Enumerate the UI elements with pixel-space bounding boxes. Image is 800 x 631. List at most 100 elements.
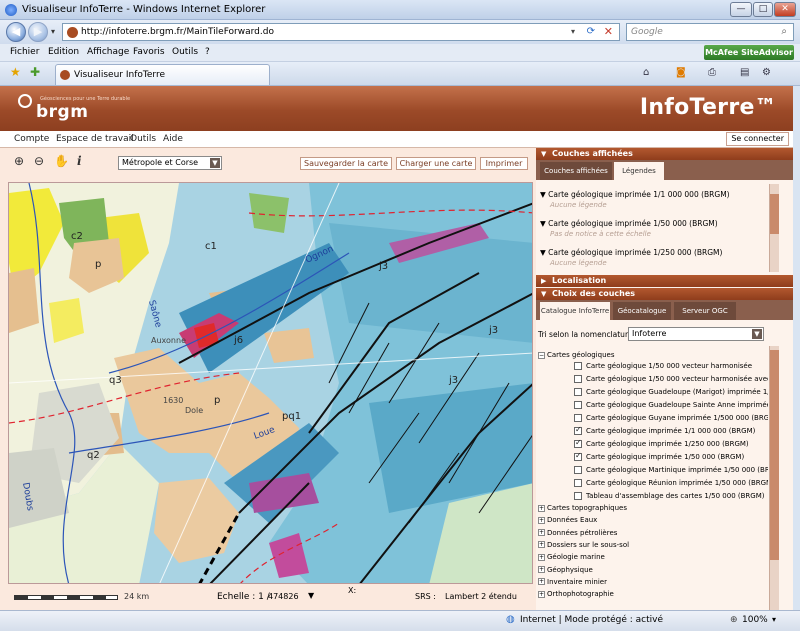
print-icon[interactable]: ⎙ xyxy=(708,67,716,78)
search-icon[interactable]: ⌕ xyxy=(781,26,787,37)
close-window-button[interactable]: ✕ xyxy=(774,2,796,17)
menu-affichage[interactable]: Affichage xyxy=(87,47,129,57)
security-zone[interactable]: Internet | Mode protégé : activé xyxy=(520,615,663,625)
section-header-layers[interactable]: ▼ Couches affichées xyxy=(536,148,793,160)
expand-icon[interactable]: + xyxy=(538,504,545,512)
address-dropdown-icon[interactable]: ▾ xyxy=(571,27,575,36)
nav-aide[interactable]: Aide xyxy=(163,134,183,144)
geology-layer-row[interactable]: Tableau d'assemblage des cartes 1/50 000… xyxy=(574,492,764,500)
legend-item[interactable]: ▼ Carte géologique imprimée 1/1 000 000 … xyxy=(540,190,730,209)
menu-fichier[interactable]: Fichier xyxy=(10,47,39,57)
layer-checkbox[interactable] xyxy=(574,425,582,435)
feeds-icon[interactable]: ◙ xyxy=(676,67,686,78)
info-icon[interactable]: i xyxy=(77,154,82,168)
add-favorite-icon[interactable]: ✚ xyxy=(30,65,40,79)
zoom-level[interactable]: 100% xyxy=(742,615,768,625)
tab-catalogue-infoterre[interactable]: Catalogue InfoTerre xyxy=(540,302,610,320)
geology-layer-row[interactable]: Carte géologique imprimée 1/50 000 (BRGM… xyxy=(574,451,744,461)
layer-checkbox[interactable] xyxy=(574,438,582,448)
layer-checkbox[interactable] xyxy=(574,451,582,461)
collapse-icon[interactable]: − xyxy=(538,351,545,359)
address-input[interactable]: http://infoterre.brgm.fr/MainTileForward… xyxy=(62,23,620,41)
geology-layer-row[interactable]: Carte géologique 1/50 000 vecteur harmon… xyxy=(574,375,768,383)
back-button[interactable]: ◀ xyxy=(6,22,26,42)
nav-espace-de-travail[interactable]: Espace de travail xyxy=(56,134,134,144)
tree-node-category[interactable]: + Données Eaux xyxy=(538,516,597,524)
layer-checkbox[interactable] xyxy=(574,492,582,500)
page-menu-icon[interactable]: ▤ xyxy=(740,67,749,78)
tree-node-cartes-geologiques[interactable]: − Cartes géologiques xyxy=(538,351,614,359)
browser-tab[interactable]: Visualiseur InfoTerre xyxy=(55,64,270,85)
expand-icon[interactable]: + xyxy=(538,578,545,586)
tree-node-category[interactable]: + Géophysique xyxy=(538,566,593,574)
home-icon[interactable]: ⌂ xyxy=(643,67,649,78)
forward-button[interactable]: ▶ xyxy=(28,22,48,42)
geological-map[interactable]: c2 c1 p j3 q3 q2 pq1 j3 j6 p j3 Ognon Sa… xyxy=(8,182,533,584)
expand-icon[interactable]: + xyxy=(538,566,545,573)
scrollbar-thumb[interactable] xyxy=(770,194,779,234)
sort-select[interactable]: Infoterre ▼ xyxy=(628,327,764,341)
refresh-icon[interactable]: ⟳ xyxy=(587,26,595,37)
expand-icon[interactable]: + xyxy=(538,541,545,549)
tab-couches-affichees[interactable]: Couches affichées xyxy=(540,162,612,180)
zoom-dropdown-icon[interactable]: ▾ xyxy=(772,615,776,624)
region-select[interactable]: Métropole et Corse ▼ xyxy=(118,156,222,170)
history-dropdown-icon[interactable]: ▾ xyxy=(51,27,55,36)
favorites-star-icon[interactable]: ★ xyxy=(10,65,21,79)
expand-icon[interactable]: + xyxy=(538,516,545,524)
search-input[interactable]: Google ⌕ xyxy=(626,23,794,41)
save-map-button[interactable]: Sauvegarder la carte xyxy=(300,157,392,170)
tree-node-category[interactable]: + Données pétrolières xyxy=(538,529,617,537)
nav-outils[interactable]: Outils xyxy=(130,134,156,144)
tab-serveur-ogc[interactable]: Serveur OGC xyxy=(674,302,736,320)
expand-icon[interactable]: + xyxy=(538,529,545,537)
layer-checkbox[interactable] xyxy=(574,362,582,370)
login-button[interactable]: Se connecter xyxy=(726,132,789,146)
geology-layer-row[interactable]: Carte géologique 1/50 000 vecteur harmon… xyxy=(574,362,752,370)
zoom-out-icon[interactable]: ⊖ xyxy=(34,154,44,168)
expand-icon[interactable]: + xyxy=(538,590,545,598)
geology-layer-row[interactable]: Carte géologique imprimée 1/250 000 (BRG… xyxy=(574,438,749,448)
geology-layer-row[interactable]: Carte géologique Guyane imprimée 1/500 0… xyxy=(574,414,768,422)
geology-layer-row[interactable]: Carte géologique imprimée 1/1 000 000 (B… xyxy=(574,425,755,435)
menu-help[interactable]: ? xyxy=(205,47,210,57)
tree-node-category[interactable]: + Cartes topographiques xyxy=(538,504,627,512)
layer-checkbox[interactable] xyxy=(574,479,582,487)
tree-node-category[interactable]: + Inventaire minier xyxy=(538,578,607,586)
tree-node-category[interactable]: + Géologie marine xyxy=(538,553,605,561)
catalog-scrollbar[interactable] xyxy=(769,346,779,610)
section-header-choix[interactable]: ▼ Choix des couches xyxy=(536,288,793,300)
tools-gear-icon[interactable]: ⚙ xyxy=(762,67,771,78)
scale-dropdown-icon[interactable]: ▼ xyxy=(308,591,314,600)
legend-item[interactable]: ▼ Carte géologique imprimée 1/50 000 (BR… xyxy=(540,219,718,238)
geology-layer-row[interactable]: Carte géologique Martinique imprimée 1/5… xyxy=(574,466,768,474)
tab-geocatalogue[interactable]: Géocatalogue xyxy=(613,302,671,320)
menu-outils[interactable]: Outils xyxy=(172,47,198,57)
scrollbar-thumb[interactable] xyxy=(770,350,779,560)
maximize-button[interactable]: □ xyxy=(753,2,773,17)
load-map-button[interactable]: Charger une carte xyxy=(396,157,476,170)
expand-icon[interactable]: + xyxy=(538,553,545,561)
pan-hand-icon[interactable]: ✋ xyxy=(54,154,69,168)
legend-item[interactable]: ▼ Carte géologique imprimée 1/250 000 (B… xyxy=(540,248,722,267)
print-map-button[interactable]: Imprimer xyxy=(480,157,528,170)
legend-scrollbar[interactable] xyxy=(769,184,779,272)
layer-checkbox[interactable] xyxy=(574,388,582,396)
menu-edition[interactable]: Edition xyxy=(48,47,79,57)
menu-favoris[interactable]: Favoris xyxy=(133,47,165,57)
geology-layer-row[interactable]: Carte géologique Réunion imprimée 1/50 0… xyxy=(574,479,768,487)
tree-node-category[interactable]: + Dossiers sur le sous-sol xyxy=(538,541,629,549)
mcafee-siteadvisor-button[interactable]: McAfee SiteAdvisor xyxy=(704,45,794,60)
nav-compte[interactable]: Compte xyxy=(14,134,49,144)
scale-value[interactable]: 474826 xyxy=(268,592,299,601)
geology-layer-row[interactable]: Carte géologique Guadeloupe Sainte Anne … xyxy=(574,401,768,409)
geology-layer-row[interactable]: Carte géologique Guadeloupe (Marigot) im… xyxy=(574,388,768,396)
layer-checkbox[interactable] xyxy=(574,414,582,422)
layer-checkbox[interactable] xyxy=(574,466,582,474)
tree-node-category[interactable]: + Orthophotographie xyxy=(538,590,614,598)
stop-icon[interactable]: ✕ xyxy=(604,25,613,38)
section-header-localisation[interactable]: ▶ Localisation xyxy=(536,275,793,287)
zoom-in-icon[interactable]: ⊕ xyxy=(14,154,24,168)
minimize-button[interactable]: — xyxy=(730,2,752,17)
tab-legendes[interactable]: Légendes xyxy=(614,162,664,180)
